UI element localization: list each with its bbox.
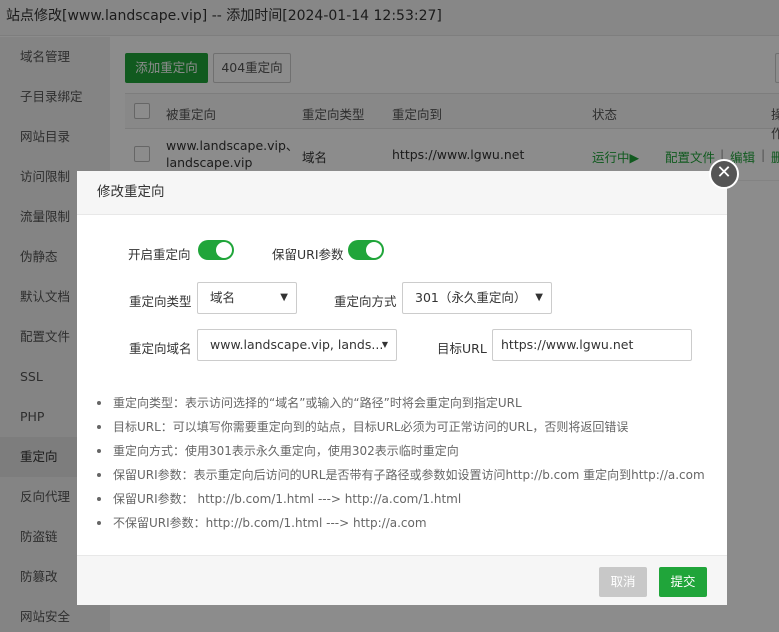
help-notes: 重定向类型：表示访问选择的“域名”或输入的“路径”时将会重定向到指定URL 目标… xyxy=(97,393,717,537)
note-item: 不保留URI参数：http://b.com/1.html ---> http:/… xyxy=(97,513,717,537)
note-item: 重定向方式：使用301表示永久重定向，使用302表示临时重定向 xyxy=(97,441,717,465)
keep-uri-toggle[interactable] xyxy=(348,240,384,260)
edit-redirect-dialog: 修改重定向 开启重定向 保留URI参数 重定向类型 域名 ▼ 重定向方式 301… xyxy=(77,171,727,605)
note-item: 保留URI参数：表示重定向后访问的URL是否带有子路径或参数如设置访问http:… xyxy=(97,465,717,489)
note-item: 重定向类型：表示访问选择的“域名”或输入的“路径”时将会重定向到指定URL xyxy=(97,393,717,417)
submit-button[interactable]: 提交 xyxy=(659,567,707,597)
redirect-domain-value: www.landscape.vip, lands... xyxy=(210,337,384,352)
redirect-type-label: 重定向类型 xyxy=(129,294,192,309)
redirect-method-select[interactable]: 301（永久重定向） ▼ xyxy=(402,282,552,314)
dialog-footer: 取消 提交 xyxy=(77,555,727,605)
note-item: 目标URL：可以填写你需要重定向到的站点，目标URL必须为可正常访问的URL，否… xyxy=(97,417,717,441)
target-url-input[interactable]: https://www.lgwu.net xyxy=(492,329,692,361)
keep-uri-label: 保留URI参数 xyxy=(272,247,344,262)
chevron-down-icon: ▼ xyxy=(280,292,288,303)
redirect-type-select[interactable]: 域名 ▼ xyxy=(197,282,297,314)
caret-down-icon: ▼ xyxy=(381,340,388,349)
enable-redirect-toggle[interactable] xyxy=(198,240,234,260)
redirect-domain-select[interactable]: www.landscape.vip, lands... ▼ xyxy=(197,329,397,361)
note-item: 保留URI参数： http://b.com/1.html ---> http:/… xyxy=(97,489,717,513)
close-icon[interactable]: ✕ xyxy=(709,159,739,189)
redirect-type-value: 域名 xyxy=(210,290,236,305)
enable-redirect-label: 开启重定向 xyxy=(128,247,191,262)
redirect-method-label: 重定向方式 xyxy=(334,294,397,309)
chevron-down-icon: ▼ xyxy=(535,292,543,303)
dialog-title: 修改重定向 xyxy=(77,171,727,215)
target-url-label: 目标URL xyxy=(437,341,487,356)
redirect-domain-label: 重定向域名 xyxy=(129,341,192,356)
cancel-button[interactable]: 取消 xyxy=(599,567,647,597)
redirect-method-value: 301（永久重定向） xyxy=(415,290,527,305)
